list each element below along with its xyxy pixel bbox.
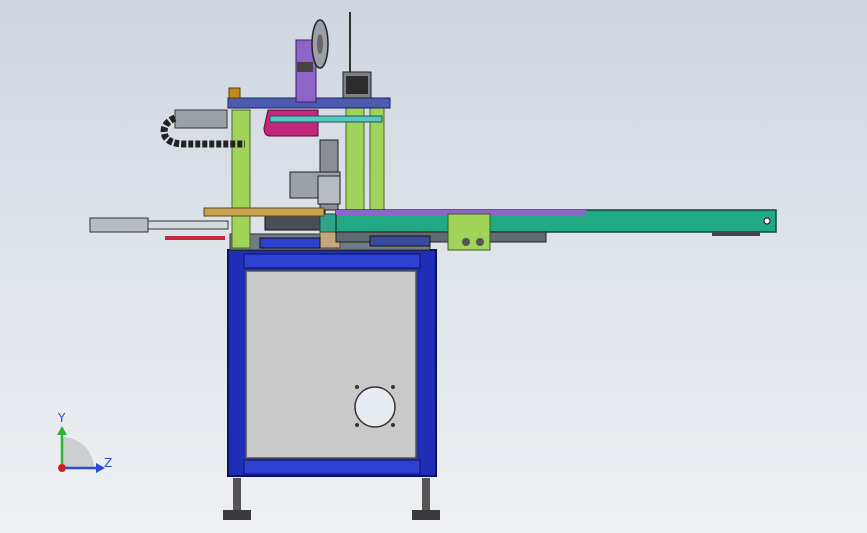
motor-face — [346, 76, 368, 94]
bolt-hole — [355, 423, 359, 427]
coordinate-triad: Y Z — [57, 411, 112, 473]
base-accent — [259, 237, 321, 249]
magenta-clamp — [263, 109, 319, 137]
triad-sector — [62, 437, 94, 468]
cabinet-side-panel — [245, 270, 417, 459]
leveling-feet — [223, 478, 440, 520]
y-axis-arrow — [57, 426, 67, 435]
cabinet-top-rail — [243, 253, 421, 269]
base-accent — [369, 235, 431, 247]
cad-viewport[interactable] — [0, 0, 867, 533]
central-mechanism — [264, 139, 341, 249]
bolt-hole — [391, 423, 395, 427]
bolt-hole — [355, 385, 359, 389]
base-cabinet[interactable] — [227, 249, 437, 477]
triad-origin — [58, 464, 66, 472]
actuator-sensor — [297, 62, 313, 72]
pulley-wheel — [311, 19, 329, 69]
cross-rail — [269, 115, 383, 123]
cabinet-bottom-rail — [243, 459, 421, 475]
y-axis-label: Y — [57, 411, 66, 425]
bolt-hole — [391, 385, 395, 389]
cable-port-hole — [354, 386, 396, 428]
z-axis-label: Z — [104, 456, 112, 470]
top-indicator — [228, 87, 241, 99]
